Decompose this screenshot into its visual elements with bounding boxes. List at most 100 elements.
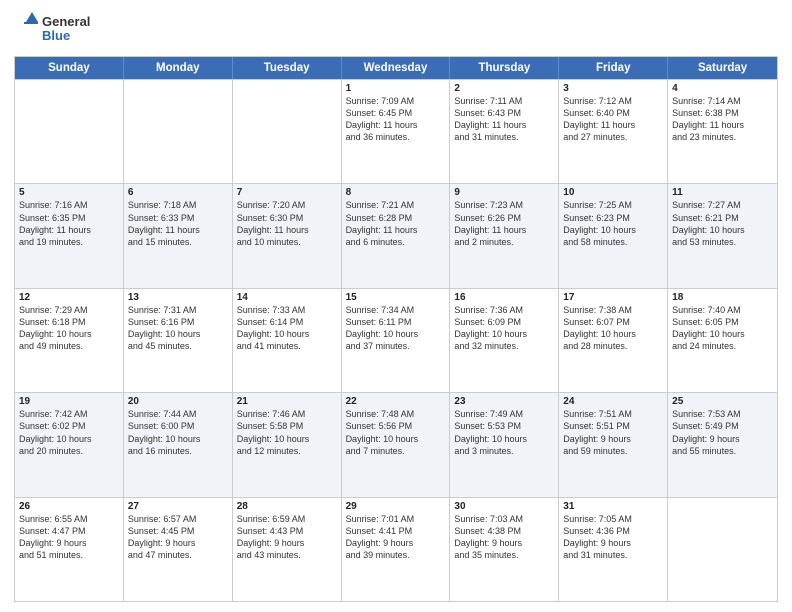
cell-info-text: Sunrise: 7:44 AM Sunset: 6:00 PM Dayligh… (128, 408, 228, 457)
calendar-cell-empty (15, 80, 124, 183)
cell-day-number: 23 (454, 396, 554, 407)
calendar-cell-7: 7Sunrise: 7:20 AM Sunset: 6:30 PM Daylig… (233, 184, 342, 287)
page-header: General Blue (14, 10, 778, 50)
calendar-cell-28: 28Sunrise: 6:59 AM Sunset: 4:43 PM Dayli… (233, 498, 342, 601)
calendar-cell-empty (124, 80, 233, 183)
calendar-header-wednesday: Wednesday (342, 57, 451, 79)
calendar-cell-24: 24Sunrise: 7:51 AM Sunset: 5:51 PM Dayli… (559, 393, 668, 496)
cell-info-text: Sunrise: 7:25 AM Sunset: 6:23 PM Dayligh… (563, 199, 663, 248)
cell-info-text: Sunrise: 6:59 AM Sunset: 4:43 PM Dayligh… (237, 513, 337, 562)
calendar-cell-4: 4Sunrise: 7:14 AM Sunset: 6:38 PM Daylig… (668, 80, 777, 183)
cell-day-number: 15 (346, 292, 446, 303)
calendar: SundayMondayTuesdayWednesdayThursdayFrid… (14, 56, 778, 602)
cell-info-text: Sunrise: 7:09 AM Sunset: 6:45 PM Dayligh… (346, 95, 446, 144)
calendar-cell-25: 25Sunrise: 7:53 AM Sunset: 5:49 PM Dayli… (668, 393, 777, 496)
calendar-row-5: 26Sunrise: 6:55 AM Sunset: 4:47 PM Dayli… (15, 497, 777, 601)
calendar-cell-11: 11Sunrise: 7:27 AM Sunset: 6:21 PM Dayli… (668, 184, 777, 287)
cell-day-number: 12 (19, 292, 119, 303)
calendar-header-tuesday: Tuesday (233, 57, 342, 79)
cell-day-number: 31 (563, 501, 663, 512)
calendar-header-friday: Friday (559, 57, 668, 79)
calendar-header-thursday: Thursday (450, 57, 559, 79)
cell-day-number: 30 (454, 501, 554, 512)
calendar-cell-16: 16Sunrise: 7:36 AM Sunset: 6:09 PM Dayli… (450, 289, 559, 392)
cell-day-number: 21 (237, 396, 337, 407)
calendar-cell-empty (233, 80, 342, 183)
cell-info-text: Sunrise: 7:23 AM Sunset: 6:26 PM Dayligh… (454, 199, 554, 248)
calendar-cell-19: 19Sunrise: 7:42 AM Sunset: 6:02 PM Dayli… (15, 393, 124, 496)
cell-info-text: Sunrise: 6:55 AM Sunset: 4:47 PM Dayligh… (19, 513, 119, 562)
calendar-cell-3: 3Sunrise: 7:12 AM Sunset: 6:40 PM Daylig… (559, 80, 668, 183)
cell-day-number: 1 (346, 83, 446, 94)
calendar-cell-10: 10Sunrise: 7:25 AM Sunset: 6:23 PM Dayli… (559, 184, 668, 287)
cell-day-number: 10 (563, 187, 663, 198)
calendar-cell-empty (668, 498, 777, 601)
calendar-header-row: SundayMondayTuesdayWednesdayThursdayFrid… (15, 57, 777, 79)
calendar-header-saturday: Saturday (668, 57, 777, 79)
cell-day-number: 17 (563, 292, 663, 303)
cell-info-text: Sunrise: 7:05 AM Sunset: 4:36 PM Dayligh… (563, 513, 663, 562)
cell-day-number: 22 (346, 396, 446, 407)
cell-info-text: Sunrise: 7:11 AM Sunset: 6:43 PM Dayligh… (454, 95, 554, 144)
cell-day-number: 24 (563, 396, 663, 407)
cell-info-text: Sunrise: 7:36 AM Sunset: 6:09 PM Dayligh… (454, 304, 554, 353)
cell-day-number: 9 (454, 187, 554, 198)
cell-info-text: Sunrise: 7:18 AM Sunset: 6:33 PM Dayligh… (128, 199, 228, 248)
cell-day-number: 29 (346, 501, 446, 512)
calendar-body: 1Sunrise: 7:09 AM Sunset: 6:45 PM Daylig… (15, 79, 777, 601)
cell-info-text: Sunrise: 7:40 AM Sunset: 6:05 PM Dayligh… (672, 304, 773, 353)
cell-day-number: 20 (128, 396, 228, 407)
cell-day-number: 16 (454, 292, 554, 303)
calendar-cell-13: 13Sunrise: 7:31 AM Sunset: 6:16 PM Dayli… (124, 289, 233, 392)
cell-day-number: 18 (672, 292, 773, 303)
cell-day-number: 3 (563, 83, 663, 94)
cell-day-number: 14 (237, 292, 337, 303)
cell-info-text: Sunrise: 7:48 AM Sunset: 5:56 PM Dayligh… (346, 408, 446, 457)
calendar-cell-21: 21Sunrise: 7:46 AM Sunset: 5:58 PM Dayli… (233, 393, 342, 496)
cell-info-text: Sunrise: 7:31 AM Sunset: 6:16 PM Dayligh… (128, 304, 228, 353)
cell-info-text: Sunrise: 7:33 AM Sunset: 6:14 PM Dayligh… (237, 304, 337, 353)
cell-info-text: Sunrise: 7:12 AM Sunset: 6:40 PM Dayligh… (563, 95, 663, 144)
logo-svg: General Blue (14, 10, 94, 50)
calendar-row-3: 12Sunrise: 7:29 AM Sunset: 6:18 PM Dayli… (15, 288, 777, 392)
calendar-cell-18: 18Sunrise: 7:40 AM Sunset: 6:05 PM Dayli… (668, 289, 777, 392)
cell-info-text: Sunrise: 7:42 AM Sunset: 6:02 PM Dayligh… (19, 408, 119, 457)
cell-info-text: Sunrise: 7:29 AM Sunset: 6:18 PM Dayligh… (19, 304, 119, 353)
cell-info-text: Sunrise: 7:51 AM Sunset: 5:51 PM Dayligh… (563, 408, 663, 457)
calendar-row-1: 1Sunrise: 7:09 AM Sunset: 6:45 PM Daylig… (15, 79, 777, 183)
calendar-cell-22: 22Sunrise: 7:48 AM Sunset: 5:56 PM Dayli… (342, 393, 451, 496)
calendar-header-monday: Monday (124, 57, 233, 79)
calendar-cell-5: 5Sunrise: 7:16 AM Sunset: 6:35 PM Daylig… (15, 184, 124, 287)
cell-info-text: Sunrise: 7:34 AM Sunset: 6:11 PM Dayligh… (346, 304, 446, 353)
calendar-cell-26: 26Sunrise: 6:55 AM Sunset: 4:47 PM Dayli… (15, 498, 124, 601)
cell-day-number: 13 (128, 292, 228, 303)
calendar-cell-8: 8Sunrise: 7:21 AM Sunset: 6:28 PM Daylig… (342, 184, 451, 287)
cell-info-text: Sunrise: 7:03 AM Sunset: 4:38 PM Dayligh… (454, 513, 554, 562)
cell-info-text: Sunrise: 7:27 AM Sunset: 6:21 PM Dayligh… (672, 199, 773, 248)
cell-day-number: 2 (454, 83, 554, 94)
cell-info-text: Sunrise: 7:20 AM Sunset: 6:30 PM Dayligh… (237, 199, 337, 248)
cell-info-text: Sunrise: 7:21 AM Sunset: 6:28 PM Dayligh… (346, 199, 446, 248)
cell-day-number: 11 (672, 187, 773, 198)
cell-info-text: Sunrise: 6:57 AM Sunset: 4:45 PM Dayligh… (128, 513, 228, 562)
calendar-cell-27: 27Sunrise: 6:57 AM Sunset: 4:45 PM Dayli… (124, 498, 233, 601)
calendar-cell-30: 30Sunrise: 7:03 AM Sunset: 4:38 PM Dayli… (450, 498, 559, 601)
calendar-cell-1: 1Sunrise: 7:09 AM Sunset: 6:45 PM Daylig… (342, 80, 451, 183)
cell-day-number: 28 (237, 501, 337, 512)
calendar-cell-23: 23Sunrise: 7:49 AM Sunset: 5:53 PM Dayli… (450, 393, 559, 496)
calendar-cell-12: 12Sunrise: 7:29 AM Sunset: 6:18 PM Dayli… (15, 289, 124, 392)
svg-text:Blue: Blue (42, 28, 70, 43)
calendar-cell-17: 17Sunrise: 7:38 AM Sunset: 6:07 PM Dayli… (559, 289, 668, 392)
calendar-cell-14: 14Sunrise: 7:33 AM Sunset: 6:14 PM Dayli… (233, 289, 342, 392)
cell-info-text: Sunrise: 7:01 AM Sunset: 4:41 PM Dayligh… (346, 513, 446, 562)
cell-day-number: 26 (19, 501, 119, 512)
cell-info-text: Sunrise: 7:38 AM Sunset: 6:07 PM Dayligh… (563, 304, 663, 353)
calendar-cell-20: 20Sunrise: 7:44 AM Sunset: 6:00 PM Dayli… (124, 393, 233, 496)
calendar-row-2: 5Sunrise: 7:16 AM Sunset: 6:35 PM Daylig… (15, 183, 777, 287)
calendar-cell-2: 2Sunrise: 7:11 AM Sunset: 6:43 PM Daylig… (450, 80, 559, 183)
calendar-header-sunday: Sunday (15, 57, 124, 79)
cell-day-number: 25 (672, 396, 773, 407)
calendar-cell-6: 6Sunrise: 7:18 AM Sunset: 6:33 PM Daylig… (124, 184, 233, 287)
cell-day-number: 6 (128, 187, 228, 198)
cell-info-text: Sunrise: 7:46 AM Sunset: 5:58 PM Dayligh… (237, 408, 337, 457)
